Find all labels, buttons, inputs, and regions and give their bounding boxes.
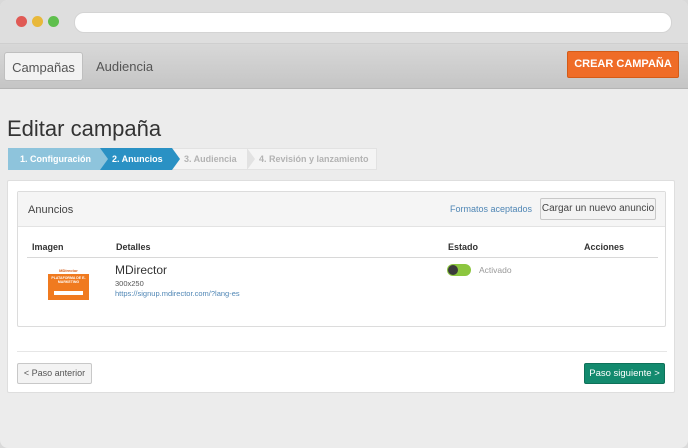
wizard-steps: 1. Configuración 2. Anuncios 3. Audienci… <box>8 148 377 170</box>
step-label: 3. Audiencia <box>184 154 237 164</box>
step-arrow <box>172 148 180 170</box>
close-window-icon[interactable] <box>16 16 27 27</box>
thumbnail-text: PLATAFORMA DE E-MARKETING <box>51 276 86 284</box>
maximize-window-icon[interactable] <box>48 16 59 27</box>
app-navbar: Campañas Audiencia CREAR CAMPAÑA <box>0 44 688 89</box>
ad-size: 300x250 <box>115 279 144 288</box>
browser-window: Campañas Audiencia CREAR CAMPAÑA Editar … <box>0 0 688 448</box>
column-header-details: Detalles <box>116 242 151 252</box>
ad-url-link[interactable]: https://signup.mdirector.com/?lang-es <box>115 289 240 298</box>
page-title: Editar campaña <box>7 116 162 141</box>
next-step-button[interactable]: Paso siguiente > <box>584 363 665 384</box>
step-revision: 4. Revisión y lanzamiento <box>247 148 377 170</box>
status-label: Activado <box>479 265 512 275</box>
browser-titlebar <box>0 0 688 44</box>
previous-step-button[interactable]: < Paso anterior <box>17 363 92 384</box>
accepted-formats-link[interactable]: Formatos aceptados <box>450 204 532 214</box>
column-header-status: Estado <box>448 242 479 252</box>
status-toggle[interactable] <box>447 264 471 276</box>
tab-audiencia[interactable]: Audiencia <box>84 52 165 81</box>
ad-name: MDirector <box>115 263 168 277</box>
create-campaign-button[interactable]: CREAR CAMPAÑA <box>567 51 679 78</box>
content-card: Anuncios Formatos aceptados Cargar un nu… <box>7 180 675 393</box>
step-audiencia: 3. Audiencia <box>172 148 255 170</box>
step-anuncios[interactable]: 2. Anuncios <box>100 148 180 170</box>
minimize-window-icon[interactable] <box>32 16 43 27</box>
ads-panel: Anuncios Formatos aceptados Cargar un nu… <box>17 191 666 327</box>
ads-table-header: Imagen Detalles Estado Acciones <box>27 236 658 258</box>
step-label: 4. Revisión y lanzamiento <box>259 154 369 164</box>
ads-panel-header: Anuncios Formatos aceptados Cargar un nu… <box>18 192 665 227</box>
table-row: MDirector PLATAFORMA DE E-MARKETING MDir… <box>27 262 658 302</box>
step-label: 1. Configuración <box>20 154 92 164</box>
tab-campanas[interactable]: Campañas <box>4 52 83 81</box>
column-header-actions: Acciones <box>584 242 625 252</box>
step-label: 2. Anuncios <box>112 154 163 164</box>
thumbnail-logo: MDirector <box>48 267 89 274</box>
ad-thumbnail[interactable]: MDirector PLATAFORMA DE E-MARKETING <box>48 267 89 300</box>
step-arrow <box>100 148 108 170</box>
toggle-knob <box>448 265 458 275</box>
upload-ad-button[interactable]: Cargar un nuevo anuncio <box>540 198 656 220</box>
step-arrow <box>247 148 255 170</box>
column-header-image: Imagen <box>32 242 64 252</box>
footer-divider <box>17 351 667 352</box>
address-bar[interactable] <box>74 12 672 33</box>
step-configuracion[interactable]: 1. Configuración <box>8 148 108 170</box>
ads-panel-title: Anuncios <box>28 204 74 216</box>
thumbnail-cta-bar <box>54 291 83 295</box>
